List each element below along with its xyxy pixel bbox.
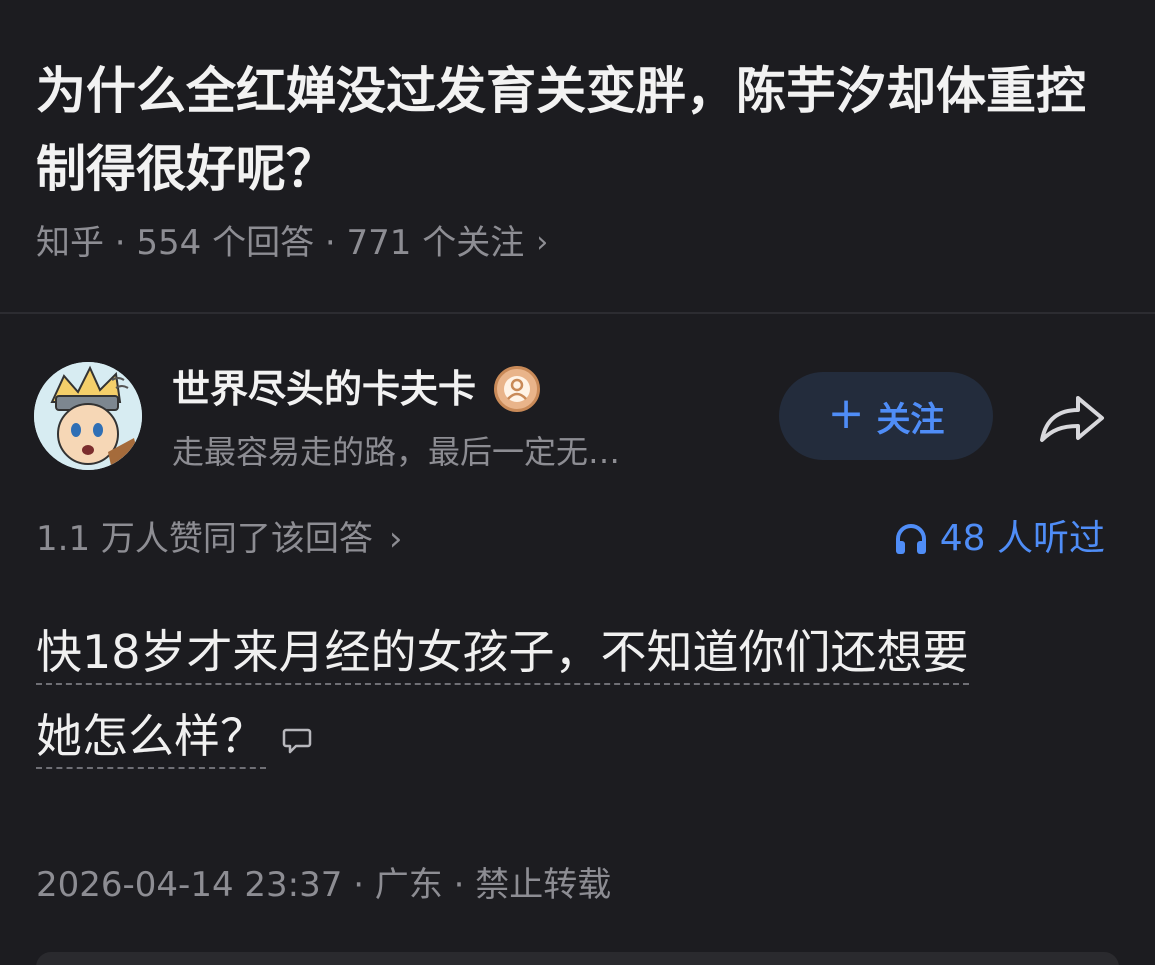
follow-button[interactable]: + 关注	[779, 372, 993, 460]
comment-icon[interactable]	[282, 725, 312, 755]
question-title[interactable]: 为什么全红婵没过发育关变胖，陈芋汐却体重控制得很好呢？	[36, 52, 1116, 208]
vote-count-text: 1.1 万人赞同了该回答	[36, 519, 373, 559]
bottom-bar[interactable]	[36, 952, 1119, 965]
headphones-icon	[895, 524, 926, 554]
divider	[0, 312, 1155, 314]
answer-page: 为什么全红婵没过发育关变胖，陈芋汐却体重控制得很好呢？ 知乎 · 554 个回答…	[0, 0, 1155, 965]
answer-footer: 2026-04-14 23:37 · 广东 · 禁止转载	[36, 865, 612, 905]
author-name[interactable]: 世界尽头的卡夫卡	[172, 362, 541, 416]
chevron-right-icon: ›	[388, 519, 403, 559]
author-name-text: 世界尽头的卡夫卡	[172, 367, 477, 411]
answer-line: 快18岁才来月经的女孩子，不知道你们还想要	[36, 625, 969, 685]
listen-count-text: 48 人听过	[939, 518, 1105, 559]
share-icon[interactable]	[1036, 388, 1108, 448]
listen-count[interactable]: 48 人听过	[894, 514, 1105, 564]
chevron-right-icon: ›	[536, 225, 549, 260]
question-meta-text: 知乎 · 554 个回答 · 771 个关注	[36, 223, 525, 263]
vote-count[interactable]: 1.1 万人赞同了该回答 ›	[36, 514, 403, 564]
question-meta[interactable]: 知乎 · 554 个回答 · 771 个关注 ›	[36, 218, 548, 268]
avatar[interactable]	[34, 362, 142, 470]
answer-content[interactable]: 快18岁才来月经的女孩子，不知道你们还想要 她怎么样？	[36, 610, 1116, 778]
user-badge-icon	[494, 366, 541, 412]
plus-icon: +	[827, 388, 865, 439]
follow-label: 关注	[876, 399, 945, 440]
avatar-naruto-icon	[34, 362, 142, 470]
author-bio: 走最容易走的路，最后一定无…	[172, 433, 621, 471]
answer-line: 她怎么样？	[36, 709, 266, 769]
